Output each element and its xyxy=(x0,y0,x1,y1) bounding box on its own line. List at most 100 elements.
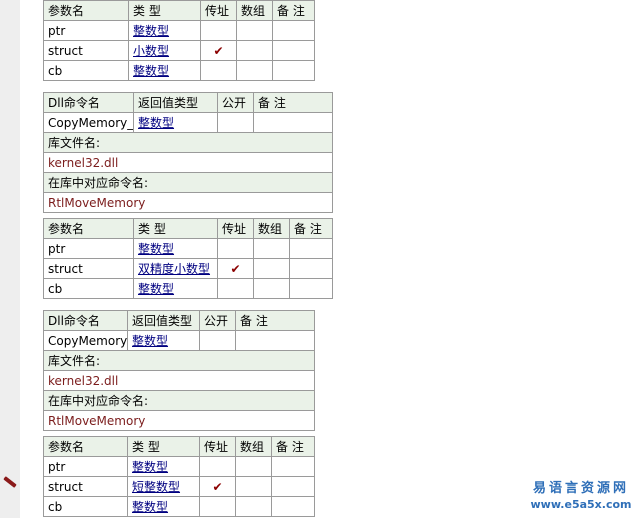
col-param-name: 参数名 xyxy=(43,218,134,239)
param-array[interactable] xyxy=(236,40,273,61)
dll-command-name[interactable]: CopyMemory_d xyxy=(43,330,128,351)
param-name[interactable]: cb xyxy=(43,278,134,299)
param-name[interactable]: cb xyxy=(43,496,128,517)
lib-cmd-label: 在库中对应命令名: xyxy=(43,172,333,193)
param-array[interactable] xyxy=(236,20,273,41)
lib-cmd-row[interactable]: RtlMoveMemory xyxy=(43,410,315,431)
param-name[interactable]: ptr xyxy=(43,456,128,477)
col-return-type: 返回值类型 xyxy=(133,92,218,113)
col-param-name: 参数名 xyxy=(43,0,129,21)
param-row[interactable]: ptr 整数型 xyxy=(43,20,315,41)
checkmark-icon[interactable]: ✔ xyxy=(200,40,237,61)
param-note[interactable] xyxy=(289,278,333,299)
col-note: 备 注 xyxy=(235,310,315,331)
dll-header-row: Dll命令名 返回值类型 公开 备 注 xyxy=(43,310,315,331)
param-note[interactable] xyxy=(271,456,315,477)
param-table-d: 参数名 类 型 传址 数组 备 注 ptr 整数型 struct 短整数型 ✔ … xyxy=(43,436,315,517)
param-note[interactable] xyxy=(289,238,333,259)
param-name[interactable]: cb xyxy=(43,60,129,81)
col-type: 类 型 xyxy=(127,436,200,457)
param-row[interactable]: cb 整数型 xyxy=(43,278,333,299)
param-name[interactable]: struct xyxy=(43,476,128,497)
return-type-link[interactable]: 整数型 xyxy=(133,112,218,133)
param-type-link[interactable]: 整数型 xyxy=(133,278,218,299)
param-row[interactable]: cb 整数型 xyxy=(43,496,315,517)
note-cell[interactable] xyxy=(235,330,315,351)
param-row[interactable]: struct 双精度小数型 ✔ xyxy=(43,258,333,279)
dll-command-name[interactable]: CopyMemory_sj xyxy=(43,112,134,133)
param-note[interactable] xyxy=(289,258,333,279)
param-table-1: 参数名 类 型 传址 数组 备 注 ptr 整数型 struct 小数型 ✔ c… xyxy=(43,0,315,81)
param-row[interactable]: cb 整数型 xyxy=(43,60,315,81)
public-cell[interactable] xyxy=(217,112,254,133)
param-array[interactable] xyxy=(236,60,273,81)
lib-cmd-label-row: 在库中对应命令名: xyxy=(43,172,333,193)
param-byref[interactable] xyxy=(217,238,254,259)
param-name[interactable]: struct xyxy=(43,40,129,61)
public-cell[interactable] xyxy=(199,330,236,351)
lib-cmd-value[interactable]: RtlMoveMemory xyxy=(43,192,333,213)
lib-file-value[interactable]: kernel32.dll xyxy=(43,370,315,391)
col-dll-name: Dll命令名 xyxy=(43,310,128,331)
watermark-url: www.e5a5x.com xyxy=(530,498,632,511)
param-array[interactable] xyxy=(235,456,272,477)
col-note: 备 注 xyxy=(271,436,315,457)
lib-file-value[interactable]: kernel32.dll xyxy=(43,152,333,173)
param-byref[interactable] xyxy=(217,278,254,299)
param-type-link[interactable]: 整数型 xyxy=(128,20,201,41)
param-note[interactable] xyxy=(271,476,315,497)
param-type-link[interactable]: 整数型 xyxy=(127,496,200,517)
param-type-link[interactable]: 整数型 xyxy=(127,456,200,477)
return-type-link[interactable]: 整数型 xyxy=(127,330,200,351)
dll-row[interactable]: CopyMemory_d 整数型 xyxy=(43,330,315,351)
checkmark-icon[interactable]: ✔ xyxy=(217,258,254,279)
param-array[interactable] xyxy=(253,258,290,279)
param-note[interactable] xyxy=(272,40,315,61)
site-watermark: 易语言资源网 www.e5a5x.com xyxy=(526,481,636,513)
param-name[interactable]: struct xyxy=(43,258,134,279)
col-byref: 传址 xyxy=(199,436,236,457)
param-row[interactable]: ptr 整数型 xyxy=(43,456,315,477)
col-byref: 传址 xyxy=(200,0,237,21)
param-note[interactable] xyxy=(272,20,315,41)
param-note[interactable] xyxy=(272,60,315,81)
param-type-link[interactable]: 小数型 xyxy=(128,40,201,61)
param-type-link[interactable]: 整数型 xyxy=(133,238,218,259)
param-array[interactable] xyxy=(235,496,272,517)
param-name[interactable]: ptr xyxy=(43,20,129,41)
param-header-row: 参数名 类 型 传址 数组 备 注 xyxy=(43,218,333,239)
lib-cmd-value[interactable]: RtlMoveMemory xyxy=(43,410,315,431)
lib-file-label: 库文件名: xyxy=(43,132,333,153)
lib-file-label: 库文件名: xyxy=(43,350,315,371)
param-array[interactable] xyxy=(235,476,272,497)
lib-file-row[interactable]: kernel32.dll xyxy=(43,370,315,391)
note-cell[interactable] xyxy=(253,112,333,133)
param-row[interactable]: ptr 整数型 xyxy=(43,238,333,259)
watermark-title: 易语言资源网 xyxy=(532,481,629,496)
lib-file-label-row: 库文件名: xyxy=(43,350,315,371)
checkmark-icon[interactable]: ✔ xyxy=(199,476,236,497)
param-byref[interactable] xyxy=(199,496,236,517)
col-dll-name: Dll命令名 xyxy=(43,92,134,113)
param-byref[interactable] xyxy=(200,60,237,81)
param-array[interactable] xyxy=(253,278,290,299)
dll-row[interactable]: CopyMemory_sj 整数型 xyxy=(43,112,333,133)
lib-file-row[interactable]: kernel32.dll xyxy=(43,152,333,173)
lib-file-label-row: 库文件名: xyxy=(43,132,333,153)
param-array[interactable] xyxy=(253,238,290,259)
param-name[interactable]: ptr xyxy=(43,238,134,259)
col-note: 备 注 xyxy=(253,92,333,113)
lib-cmd-row[interactable]: RtlMoveMemory xyxy=(43,192,333,213)
param-row[interactable]: struct 小数型 ✔ xyxy=(43,40,315,61)
param-type-link[interactable]: 整数型 xyxy=(128,60,201,81)
param-header-row: 参数名 类 型 传址 数组 备 注 xyxy=(43,0,315,21)
param-note[interactable] xyxy=(271,496,315,517)
dll-header-row: Dll命令名 返回值类型 公开 备 注 xyxy=(43,92,333,113)
param-byref[interactable] xyxy=(200,20,237,41)
param-row[interactable]: struct 短整数型 ✔ xyxy=(43,476,315,497)
col-public: 公开 xyxy=(199,310,236,331)
param-type-link[interactable]: 短整数型 xyxy=(127,476,200,497)
param-byref[interactable] xyxy=(199,456,236,477)
col-note: 备 注 xyxy=(289,218,333,239)
param-type-link[interactable]: 双精度小数型 xyxy=(133,258,218,279)
